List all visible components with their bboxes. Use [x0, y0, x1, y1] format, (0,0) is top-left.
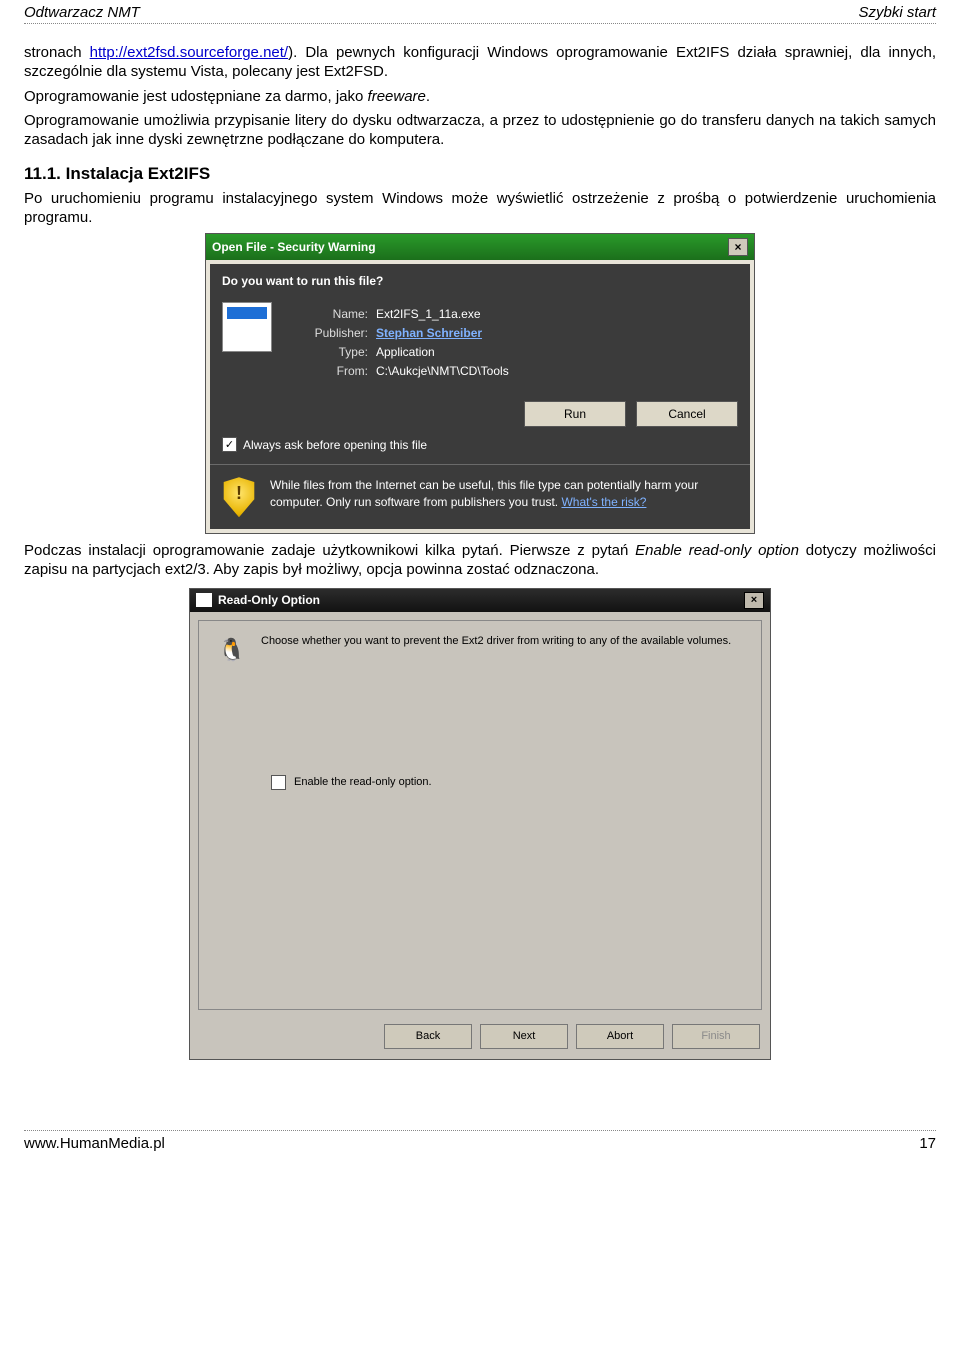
- para-5i: Enable read-only option: [635, 542, 799, 559]
- penguin-icon: 🐧: [215, 635, 249, 665]
- footer-right: 17: [919, 1135, 936, 1152]
- para-1a: stronach: [24, 44, 90, 61]
- header-right: Szybki start: [858, 4, 936, 21]
- close-icon[interactable]: ×: [744, 592, 764, 609]
- read-only-label: Enable the read-only option.: [294, 776, 432, 788]
- para-2: Oprogramowanie jest udostępniane za darm…: [24, 88, 936, 107]
- para-5a: Podczas instalacji oprogramowanie zadaje…: [24, 542, 635, 559]
- application-icon: [222, 302, 272, 352]
- type-label: Type:: [288, 345, 368, 359]
- security-warning-dialog: Open File - Security Warning × Do you wa…: [205, 233, 755, 534]
- from-label: From:: [288, 364, 368, 378]
- read-only-option-dialog: Read-Only Option × 🐧 Choose whether you …: [189, 588, 771, 1060]
- footer-left: www.HumanMedia.pl: [24, 1135, 165, 1152]
- dialog2-title-icon: [196, 593, 212, 607]
- ext2fsd-link[interactable]: http://ext2fsd.sourceforge.net/: [90, 44, 288, 61]
- dialog2-title: Read-Only Option: [218, 593, 320, 607]
- shield-icon: [222, 477, 256, 517]
- header-left: Odtwarzacz NMT: [24, 4, 140, 21]
- abort-button[interactable]: Abort: [576, 1024, 664, 1049]
- always-ask-checkbox[interactable]: ✓: [222, 437, 237, 452]
- name-value: Ext2IFS_1_11a.exe: [376, 307, 481, 321]
- para-5: Podczas instalacji oprogramowanie zadaje…: [24, 542, 936, 580]
- cancel-button[interactable]: Cancel: [636, 401, 738, 427]
- type-value: Application: [376, 345, 435, 359]
- next-button[interactable]: Next: [480, 1024, 568, 1049]
- dialog1-question: Do you want to run this file?: [222, 274, 738, 288]
- publisher-link[interactable]: Stephan Schreiber: [376, 326, 482, 340]
- para-3: Oprogramowanie umożliwia przypisanie lit…: [24, 112, 936, 150]
- para-2a: Oprogramowanie jest udostępniane za darm…: [24, 88, 368, 105]
- dialog2-intro-text: Choose whether you want to prevent the E…: [261, 635, 731, 665]
- close-icon[interactable]: ×: [728, 238, 748, 256]
- whats-the-risk-link[interactable]: What's the risk?: [561, 495, 646, 509]
- from-value: C:\Aukcje\NMT\CD\Tools: [376, 364, 509, 378]
- para-2i: freeware: [368, 88, 426, 105]
- para-2b: .: [426, 88, 430, 105]
- name-label: Name:: [288, 307, 368, 321]
- para-1: stronach http://ext2fsd.sourceforge.net/…: [24, 44, 936, 82]
- back-button[interactable]: Back: [384, 1024, 472, 1049]
- read-only-checkbox[interactable]: [271, 775, 286, 790]
- dialog1-title: Open File - Security Warning: [212, 240, 376, 254]
- publisher-label: Publisher:: [288, 326, 368, 340]
- run-button[interactable]: Run: [524, 401, 626, 427]
- finish-button: Finish: [672, 1024, 760, 1049]
- para-4: Po uruchomieniu programu instalacyjnego …: [24, 190, 936, 228]
- section-heading: 11.1. Instalacja Ext2IFS: [24, 164, 936, 184]
- always-ask-label: Always ask before opening this file: [243, 438, 427, 452]
